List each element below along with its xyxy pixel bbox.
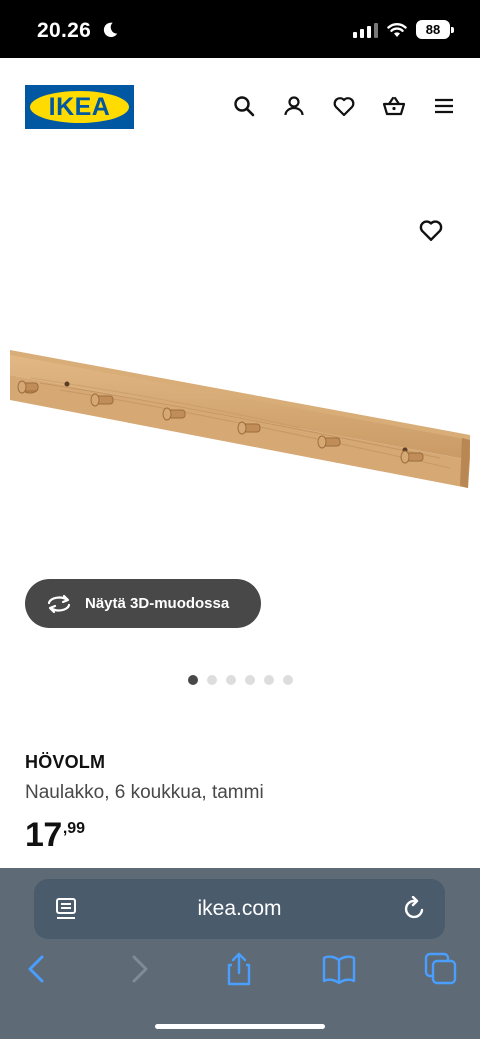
heart-icon[interactable] (332, 94, 356, 118)
product-gallery[interactable]: Näytä 3D-muodossa (0, 158, 480, 708)
signal-icon (353, 22, 378, 38)
browser-toolbar: ikea.com (0, 868, 480, 1039)
pagination-dot[interactable] (244, 675, 255, 685)
pagination-dot[interactable] (206, 675, 217, 685)
product-name: HÖVOLM (25, 752, 106, 772)
product-info: HÖVOLM Naulakko, 6 koukkua, tammi 17 ,99 (25, 752, 455, 853)
wifi-icon (387, 22, 407, 37)
tabs-icon[interactable] (424, 952, 458, 986)
home-indicator (155, 1024, 325, 1029)
back-icon[interactable] (20, 952, 54, 986)
search-icon[interactable] (232, 94, 256, 118)
site-header: IKEA (0, 58, 480, 158)
address-bar[interactable]: ikea.com (34, 879, 445, 939)
share-icon[interactable] (222, 952, 256, 986)
status-bar: 20.26 88 (0, 0, 480, 58)
basket-icon[interactable] (382, 94, 406, 118)
browser-nav (0, 952, 480, 988)
moon-icon (103, 22, 118, 38)
price-decimal: ,99 (62, 820, 86, 837)
menu-icon[interactable] (432, 94, 456, 118)
url-text: ikea.com (197, 897, 282, 920)
battery-icon: 88 (416, 20, 454, 39)
account-icon[interactable] (282, 94, 306, 118)
logo-text: IKEA (48, 92, 111, 121)
product-description: Naulakko, 6 koukkua, tammi (25, 782, 264, 803)
gallery-pagination[interactable] (0, 675, 480, 685)
status-indicators: 88 (353, 20, 454, 39)
pagination-dot[interactable] (263, 675, 274, 685)
view-3d-label: Näytä 3D-muodossa (85, 595, 230, 612)
pagination-dot[interactable] (187, 675, 198, 685)
price-integer: 17 (25, 816, 62, 854)
favourite-heart-icon[interactable] (418, 217, 444, 243)
battery-level: 88 (425, 22, 441, 37)
rotate-3d-icon (47, 594, 71, 613)
view-3d-button[interactable]: Näytä 3D-muodossa (25, 579, 261, 628)
pagination-dot[interactable] (282, 675, 293, 685)
ikea-logo[interactable]: IKEA (25, 85, 134, 129)
forward-icon[interactable] (122, 952, 156, 986)
header-icons (232, 94, 456, 118)
status-time: 20.26 (37, 19, 92, 42)
reload-icon[interactable] (403, 896, 427, 922)
pagination-dot[interactable] (225, 675, 236, 685)
bookmarks-icon[interactable] (322, 952, 356, 986)
product-price: 17 ,99 (25, 817, 455, 853)
product-image (10, 350, 470, 488)
